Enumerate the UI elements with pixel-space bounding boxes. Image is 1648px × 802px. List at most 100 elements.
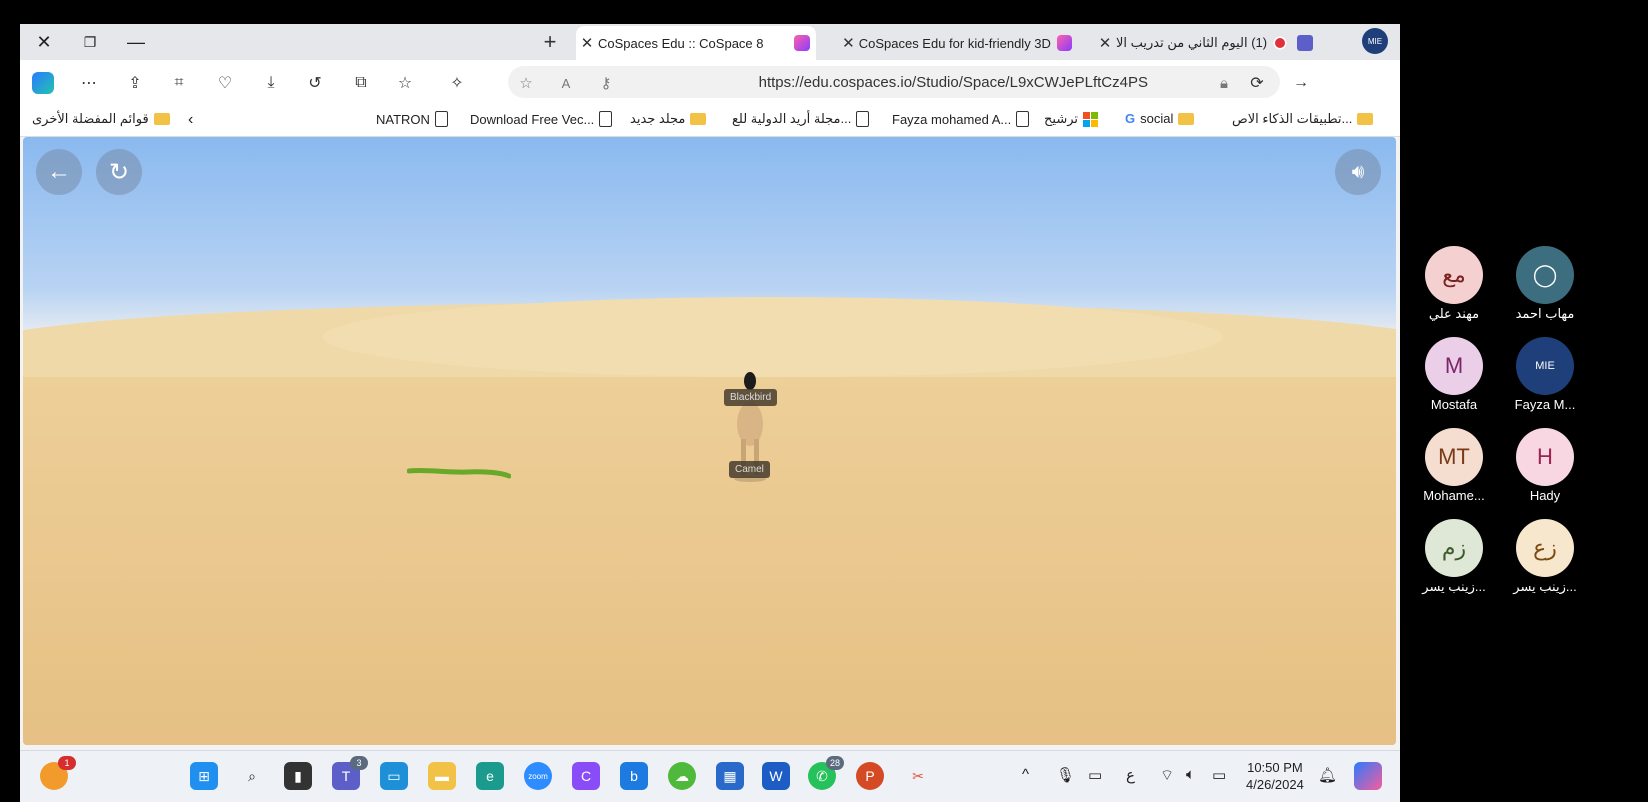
word-icon[interactable]: W <box>762 762 790 790</box>
teams-icon[interactable]: T 3 <box>332 756 368 790</box>
teams-icon <box>1297 35 1314 51</box>
zoom-icon[interactable]: zoom <box>524 762 552 790</box>
cloud-app-icon[interactable]: ☁ <box>668 762 696 790</box>
favorite-star-icon[interactable]: ☆ <box>516 73 536 93</box>
read-aloud-icon[interactable]: A <box>556 73 576 93</box>
file-explorer-icon[interactable]: ▬ <box>428 762 456 790</box>
other-favorites[interactable]: قوائم المفضلة الأخرى <box>32 111 175 127</box>
favorite-arid-journal[interactable]: مجلة أريد الدولية للع... <box>732 111 874 127</box>
clock-time: 10:50 PM <box>1247 760 1303 775</box>
favorite-fayza[interactable]: Fayza mohamed A... <box>892 111 1034 127</box>
address-bar[interactable]: ☆ A ⚷ https://edu.cospaces.io/Studio/Spa… <box>508 66 1280 98</box>
forward-icon[interactable]: → <box>1288 70 1314 96</box>
favorite-ai-apps[interactable]: تطبيقات الذكاء الاص... <box>1232 111 1378 127</box>
screenshot-icon[interactable]: ⌗ <box>166 70 192 96</box>
favorite-label: تطبيقات الذكاء الاص... <box>1232 111 1353 126</box>
browser-essentials-icon[interactable]: ♡ <box>212 70 238 96</box>
close-tab-icon[interactable]: ✕ <box>1094 34 1116 52</box>
participant-tile[interactable]: H Hady <box>1505 428 1585 503</box>
participant-tile[interactable]: مع مهند علي <box>1414 246 1494 322</box>
microsoft-logo-icon <box>1083 111 1098 127</box>
new-tab-button[interactable]: + <box>536 29 564 54</box>
restart-icon[interactable]: ↻ <box>96 149 142 195</box>
favorite-natron[interactable]: NATRON <box>376 111 453 127</box>
share-icon[interactable]: ⇪ <box>122 70 148 96</box>
microphone-icon[interactable]: 🎙︎ <box>1056 766 1075 784</box>
keyboard-layout-icon[interactable]: ▭ <box>1088 766 1102 784</box>
favorite-tarsheeh[interactable]: ترشيح <box>1044 111 1103 127</box>
weather-app-icon[interactable]: 1 <box>40 756 76 790</box>
participant-avatar: MIE <box>1516 337 1574 395</box>
participant-tile[interactable]: زم زينب يسر... <box>1414 519 1494 595</box>
downloads-icon[interactable]: ⤓ <box>258 70 284 96</box>
browser-toolbar: ⋯ ⇪ ⌗ ♡ ⤓ ↺ ⧉ ☆ ✧ ☆ A ⚷ https://edu.cosp… <box>20 60 1400 104</box>
participant-tile[interactable]: زع زينب يسر... <box>1505 519 1585 595</box>
zoom-label: zoom <box>528 771 548 781</box>
participant-avatar: MT <box>1425 428 1483 486</box>
history-icon[interactable]: ↺ <box>302 70 328 96</box>
site-lock-icon[interactable]: 🔒︎ <box>1214 73 1234 93</box>
more-options-icon[interactable]: ⋯ <box>76 70 102 96</box>
search-icon[interactable]: ⌕ <box>238 762 266 790</box>
sound-icon[interactable]: 🔊︎ <box>1335 149 1381 195</box>
notification-bell-icon[interactable]: 🔔︎ <box>1318 766 1337 784</box>
participant-tile[interactable]: M Mostafa <box>1414 337 1494 412</box>
sand-dune <box>323 297 1223 377</box>
battery-icon[interactable]: ▭ <box>1212 766 1226 784</box>
back-arrow-icon[interactable]: ← <box>36 149 82 195</box>
participant-tile[interactable]: MT Mohame... <box>1414 428 1494 503</box>
tab-teams-meeting[interactable]: ✕ (1) اليوم الثاني من تدريب الا <box>1094 26 1364 60</box>
wifi-icon[interactable]: ⌔ <box>1160 766 1174 785</box>
desktop-screen: ✕ ❐ — + ✕ CoSpaces Edu :: CoSpace 8 ✕ Co… <box>20 24 1400 802</box>
favorite-label: Fayza mohamed A... <box>892 111 1012 127</box>
participant-avatar: زع <box>1516 519 1574 577</box>
close-tab-icon[interactable]: ✕ <box>576 34 598 52</box>
folder-icon <box>153 113 170 125</box>
volume-icon[interactable]: 🔈︎ <box>1186 766 1195 783</box>
microsoft-store-icon[interactable]: ▦ <box>716 762 744 790</box>
tab-strip: ✕ ❐ — + ✕ CoSpaces Edu :: CoSpace 8 ✕ Co… <box>20 24 1400 60</box>
participant-avatar: M <box>1425 337 1483 395</box>
refresh-icon[interactable]: ⟳ <box>1244 70 1270 96</box>
whatsapp-icon[interactable]: ✆ 28 <box>808 756 844 790</box>
edge-browser-icon[interactable]: e <box>476 762 504 790</box>
favorite-download-free-vec[interactable]: Download Free Vec... <box>470 111 617 127</box>
close-tab-icon[interactable]: ✕ <box>838 34 859 52</box>
google-icon: G <box>1125 111 1136 126</box>
minimize-window-icon[interactable]: — <box>122 30 150 54</box>
language-indicator[interactable]: ع <box>1126 766 1135 784</box>
system-clock[interactable]: 10:50 PM 4/26/2024 <box>1246 759 1304 793</box>
collections-icon[interactable]: ⧉ <box>348 70 374 96</box>
canva-icon[interactable]: C <box>572 762 600 790</box>
favorites-icon[interactable]: ☆ <box>392 70 418 96</box>
task-view-icon[interactable]: ▮ <box>284 762 312 790</box>
url-text[interactable]: https://edu.cospaces.io/Studio/Space/L9x… <box>759 74 1148 91</box>
snake-model[interactable] <box>407 467 511 481</box>
notification-badge: 28 <box>826 756 844 770</box>
snipping-tool-icon[interactable]: ✂ <box>904 762 932 790</box>
favorites-chevron-left-icon[interactable]: ‹ <box>188 111 193 129</box>
restore-window-icon[interactable]: ❐ <box>76 30 104 54</box>
cospaces-3d-viewport[interactable]: ← ↻ 🔊︎ Blackbird Camel <box>23 137 1396 745</box>
participant-tile[interactable]: MIE Fayza M... <box>1505 337 1585 412</box>
chevron-up-icon[interactable]: ^ <box>1022 766 1029 783</box>
favorite-new-folder[interactable]: مجلد جديد <box>630 111 711 127</box>
tab-cospace-8[interactable]: ✕ CoSpaces Edu :: CoSpace 8 <box>576 26 816 60</box>
bing-icon[interactable]: b <box>620 762 648 790</box>
extensions-icon[interactable]: ✧ <box>444 70 470 96</box>
tab-title: CoSpaces Edu :: CoSpace 8 <box>598 35 764 51</box>
windows-start-icon[interactable]: ⊞ <box>190 762 218 790</box>
powerpoint-icon[interactable]: P <box>856 762 884 790</box>
desktop-icon[interactable]: ▭ <box>380 762 408 790</box>
password-key-icon[interactable]: ⚷ <box>596 73 616 93</box>
participant-avatar: H <box>1516 428 1574 486</box>
tab-cospaces-kid-friendly[interactable]: ✕ CoSpaces Edu for kid-friendly 3D <box>838 26 1078 60</box>
page-icon <box>434 111 448 127</box>
profile-avatar[interactable]: MIE <box>1362 28 1388 54</box>
participant-name: مهند علي <box>1428 306 1480 321</box>
copilot-icon[interactable] <box>30 70 56 96</box>
favorite-social[interactable]: G social <box>1120 111 1199 126</box>
participant-tile[interactable]: ◯ مهاب احمد <box>1505 246 1585 322</box>
close-window-icon[interactable]: ✕ <box>30 30 58 54</box>
copilot-taskbar-icon[interactable] <box>1354 762 1382 790</box>
